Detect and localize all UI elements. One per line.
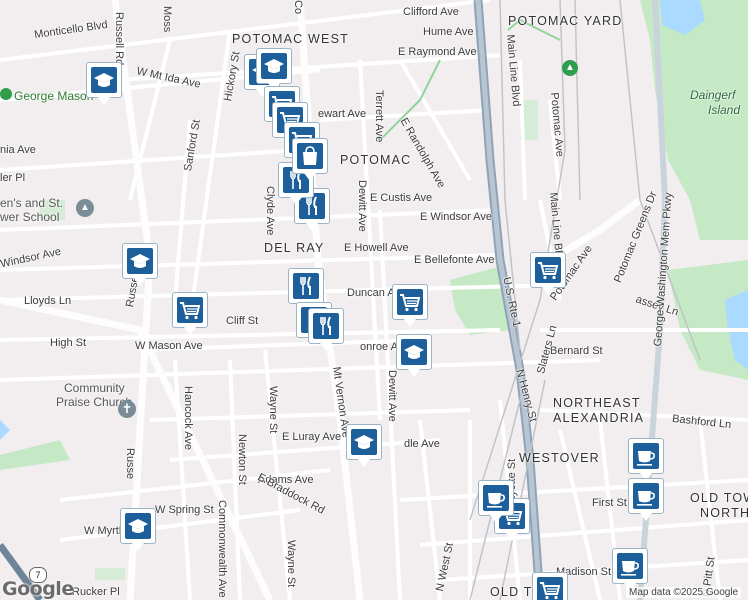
street-label: E Luray Ave [282,431,342,443]
street-label: Russell Rd [113,12,125,66]
street-label: Lloyds Ln [24,295,72,307]
area-label: POTOMAC WEST [232,32,349,46]
street-label: Dewitt Ave [386,370,398,422]
street-label: Newton St [236,434,248,485]
street-label: E Raymond Ave [398,46,477,58]
street-label: Clyde Ave [264,186,276,236]
place-marker[interactable] [122,243,158,286]
street-label: E Howell Ave [344,242,409,254]
street-label: Russe [124,448,136,480]
poi-label[interactable]: George Mason [14,89,93,103]
place-marker[interactable] [86,62,122,105]
place-marker[interactable] [256,48,292,91]
street-label: Clifford Ave [403,6,459,18]
place-marker[interactable] [530,252,566,295]
place-marker[interactable] [532,572,568,600]
street-label: Rucker Pl [72,586,120,598]
street-label: Wayne St [267,386,279,434]
street-label: nia Ave [0,144,36,156]
street-label: W Spring St [155,504,214,516]
street-label: ewart Ave [318,108,367,120]
street-label: Terrett Ave [373,90,385,143]
street-label: Cliff St [226,315,259,327]
street-label: Commonwealth Ave [216,500,228,598]
street-label: Wayne St [285,540,297,588]
poi-label[interactable]: Community [64,381,125,395]
map-attribution[interactable]: Map data ©2025 Google [626,587,742,598]
school-pin-icon[interactable]: ▲ [76,199,94,217]
poi-label[interactable]: wer School [0,210,59,224]
place-marker[interactable] [628,438,664,481]
place-marker[interactable] [120,508,156,551]
street-label: Co [292,0,304,15]
area-label: DEL RAY [264,241,325,255]
area-label: POTOMAC YARD [508,14,623,28]
street-label: Bernard St [550,345,603,357]
park-pin-icon[interactable]: ▲ [562,60,578,76]
street-label: High St [50,337,87,349]
place-marker[interactable] [172,292,208,335]
area-label: ALEXANDRIA [553,411,645,425]
place-marker[interactable] [392,284,428,327]
place-marker[interactable] [292,138,328,181]
place-marker[interactable] [288,268,324,311]
park-pin-icon[interactable] [0,88,12,100]
area-label: OLD TOWN [690,491,748,505]
street-label: dle Ave [404,438,440,450]
street-label: Moss [161,6,173,33]
street-label: Hume Ave [423,26,474,38]
street-label: E Windsor Ave [420,211,492,223]
street-label: W Mason Ave [135,340,203,352]
area-label: POTOMAC [340,153,412,167]
street-label: Dewitt Ave [356,180,368,232]
park-label: Island [708,103,741,117]
area-label: NORTH [700,506,748,520]
street-label: First St [592,497,627,509]
area-label: WESTOVER [519,451,600,465]
map-canvas[interactable]: POTOMAC WEST POTOMAC YARD POTOMAC DEL RA… [0,0,748,600]
place-marker[interactable] [612,548,648,591]
church-icon[interactable]: ✝ [118,400,136,418]
place-marker[interactable] [308,308,344,351]
place-marker[interactable] [346,424,382,467]
park-label: Daingerf [690,88,736,102]
place-marker[interactable] [396,334,432,377]
place-marker[interactable] [478,480,514,523]
poi-label[interactable]: en's and St. [0,196,63,210]
place-marker[interactable] [628,478,664,521]
street-label: ler Pl [0,172,26,184]
area-label: NORTHEAST [553,396,641,410]
street-label: Hancock Ave [182,386,194,451]
street-label: E Bellefonte Ave [414,254,495,266]
street-label: E Custis Ave [370,192,433,204]
google-logo[interactable]: Google [2,578,74,600]
